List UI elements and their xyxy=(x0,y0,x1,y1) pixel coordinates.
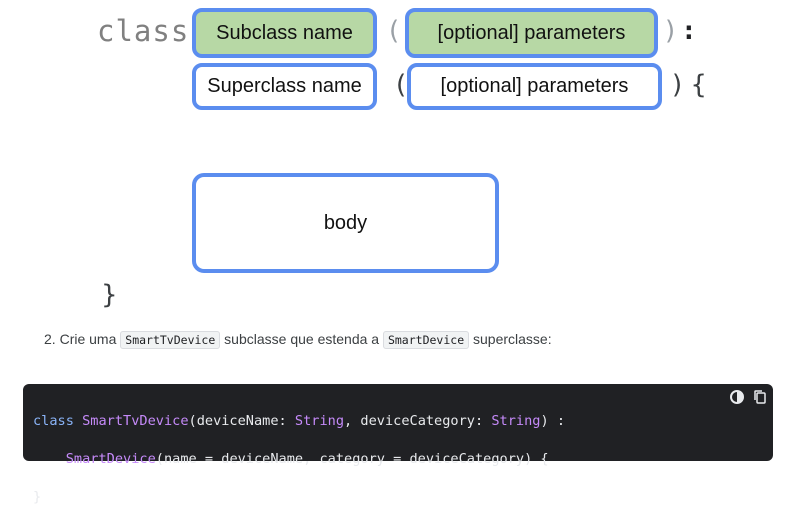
closing-brace: } xyxy=(101,280,118,310)
step-text-c: superclasse: xyxy=(473,331,552,347)
step-number: 2. xyxy=(44,331,56,347)
colon: : xyxy=(681,16,697,46)
superclass-name-label: Superclass name xyxy=(207,75,362,97)
superclass-params-box: [optional] parameters xyxy=(407,63,662,110)
code-line-2: SmartDevice(name = deviceName, category … xyxy=(65,451,549,467)
close-paren: ) xyxy=(665,16,676,46)
code-chip-smarttvdevice: SmartTvDevice xyxy=(120,331,221,349)
code-block: class SmartTvDevice(deviceName: String, … xyxy=(23,384,773,505)
code-chip-smartdevice: SmartDevice xyxy=(382,331,470,349)
superclass-open-paren: ( xyxy=(396,70,407,100)
theme-toggle-icon[interactable] xyxy=(729,389,745,410)
superclass-close-paren-brace: ) { xyxy=(672,70,707,100)
subclass-name-label: Subclass name xyxy=(216,21,353,44)
step-text-a: Crie uma xyxy=(59,331,117,347)
copy-icon[interactable] xyxy=(752,389,768,410)
subclass-name-box: Subclass name xyxy=(192,8,377,58)
code-line-3: } xyxy=(33,489,42,505)
body-label: body xyxy=(323,211,368,234)
superclass-name-box: Superclass name xyxy=(192,63,377,110)
superclass-params-label: [optional] parameters xyxy=(440,75,629,97)
step-instruction: 2. Crie uma SmartTvDevice subclasse que … xyxy=(44,331,552,349)
subclass-params-box: [optional] parameters xyxy=(405,8,658,58)
body-box: body xyxy=(192,173,499,273)
open-paren: ( xyxy=(389,16,400,46)
class-keyword: class xyxy=(97,14,190,48)
subclass-params-label: [optional] parameters xyxy=(437,21,626,44)
step-text-b: subclasse que estenda a xyxy=(224,331,380,347)
code-line-1: class SmartTvDevice(deviceName: String, … xyxy=(33,413,566,429)
